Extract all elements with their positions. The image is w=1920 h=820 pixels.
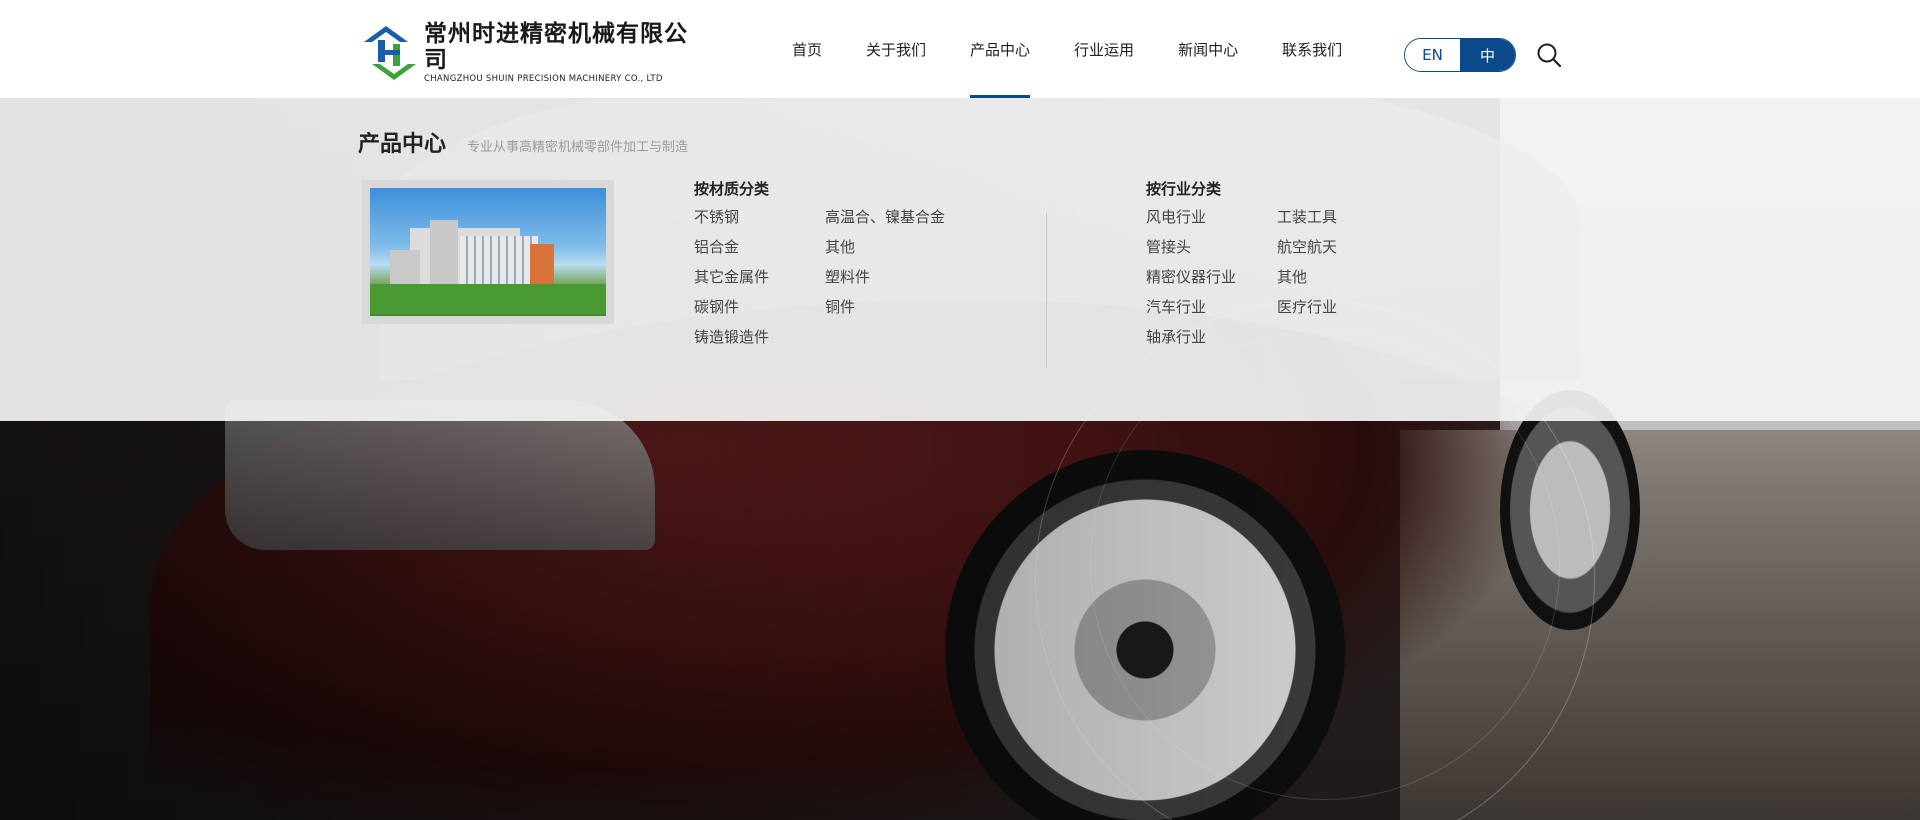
- category-title: 按行业分类: [1146, 180, 1222, 198]
- category-link[interactable]: 铸造锻造件: [694, 327, 825, 348]
- category-link[interactable]: 铝合金: [694, 237, 825, 258]
- nav-item-about[interactable]: 关于我们: [844, 0, 948, 98]
- nav-item-home[interactable]: 首页: [770, 0, 844, 98]
- mega-menu-subtitle: 专业从事高精密机械零部件加工与制造: [467, 140, 689, 155]
- category-by-material: 按材质分类 不锈钢 高温合、镍基合金 铝合金 其他 其它金属件 塑料件 碳钢件 …: [694, 178, 956, 348]
- search-icon[interactable]: [1536, 42, 1562, 68]
- company-logo[interactable]: 常州时进精密机械有限公司 CHANGZHOU SHUIN PRECISION M…: [360, 20, 690, 84]
- mega-menu-title: 产品中心: [358, 132, 447, 157]
- language-switch: EN 中: [1404, 38, 1516, 72]
- category-link[interactable]: 塑料件: [825, 267, 956, 288]
- nav-item-products[interactable]: 产品中心: [948, 0, 1052, 98]
- logo-name-en: CHANGZHOU SHUIN PRECISION MACHINERY CO.,…: [424, 73, 663, 84]
- main-nav: 首页 关于我们 产品中心 行业运用 新闻中心 联系我们: [770, 0, 1364, 98]
- lang-cn-button[interactable]: 中: [1460, 39, 1515, 71]
- category-link[interactable]: 航空航天: [1277, 237, 1408, 258]
- category-link[interactable]: 汽车行业: [1146, 297, 1277, 318]
- category-link[interactable]: 高温合、镍基合金: [825, 207, 956, 228]
- nav-item-news[interactable]: 新闻中心: [1156, 0, 1260, 98]
- category-link[interactable]: 风电行业: [1146, 207, 1277, 228]
- logo-mark-icon: [360, 22, 420, 82]
- products-mega-menu: 产品中心 专业从事高精密机械零部件加工与制造 按材质分类 不锈钢 高温合、镍基合…: [0, 98, 1920, 421]
- menu-divider: [1046, 213, 1047, 368]
- nav-item-contact[interactable]: 联系我们: [1260, 0, 1364, 98]
- category-link[interactable]: 轴承行业: [1146, 327, 1277, 348]
- site-header: 常州时进精密机械有限公司 CHANGZHOU SHUIN PRECISION M…: [0, 0, 1920, 98]
- category-link[interactable]: 铜件: [825, 297, 956, 318]
- category-link[interactable]: 碳钢件: [694, 297, 825, 318]
- category-title: 按材质分类: [694, 180, 770, 198]
- category-link[interactable]: 工装工具: [1277, 207, 1408, 228]
- category-link[interactable]: 其他: [825, 237, 956, 258]
- nav-item-industry[interactable]: 行业运用: [1052, 0, 1156, 98]
- category-link[interactable]: 精密仪器行业: [1146, 267, 1277, 288]
- category-link[interactable]: 其他: [1277, 267, 1408, 288]
- factory-image[interactable]: [362, 180, 614, 324]
- lang-en-button[interactable]: EN: [1405, 39, 1460, 71]
- category-by-industry: 按行业分类 风电行业 工装工具 管接头 航空航天 精密仪器行业 其他 汽车行业 …: [1146, 178, 1408, 348]
- category-link[interactable]: 其它金属件: [694, 267, 825, 288]
- category-link[interactable]: 管接头: [1146, 237, 1277, 258]
- category-link[interactable]: 不锈钢: [694, 207, 825, 228]
- logo-name-cn: 常州时进精密机械有限公司: [424, 20, 688, 73]
- category-link[interactable]: 医疗行业: [1277, 297, 1408, 318]
